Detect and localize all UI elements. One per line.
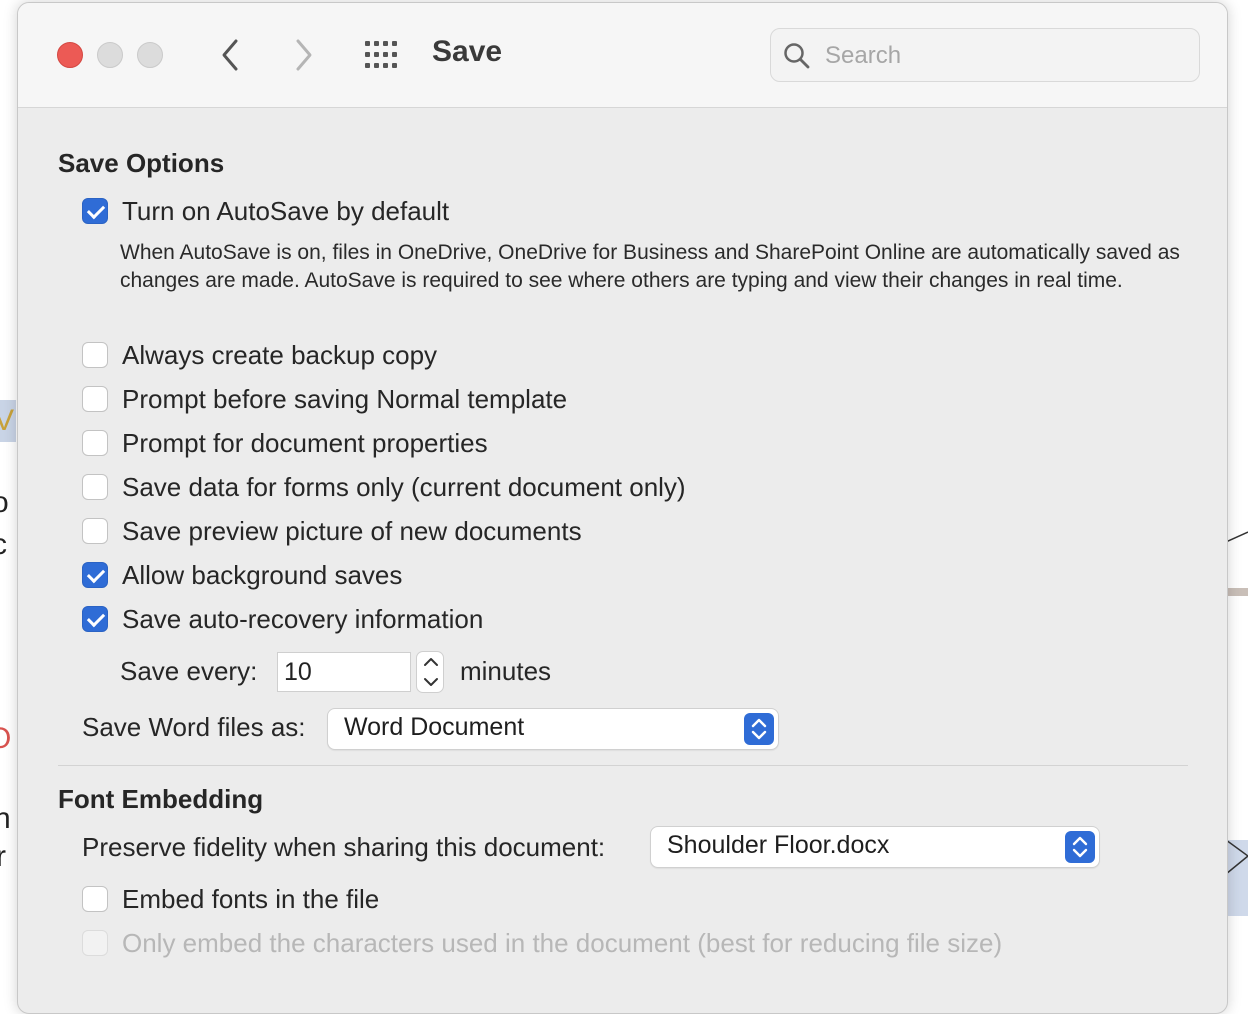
option-label: Only embed the characters used in the do… xyxy=(122,927,1003,958)
background-text-fragment: V xyxy=(0,404,15,437)
embed-fonts-checkbox[interactable] xyxy=(82,886,108,912)
background-text-fragment: r xyxy=(0,840,6,873)
option-label: Prompt for document properties xyxy=(122,427,488,458)
maximize-window-button[interactable] xyxy=(137,42,163,68)
save-every-input[interactable] xyxy=(277,652,411,692)
save-options-heading: Save Options xyxy=(58,148,225,178)
preserve-fidelity-select[interactable]: Shoulder Floor.docx xyxy=(650,826,1100,868)
search-icon xyxy=(784,43,810,69)
autosave-option[interactable]: Turn on AutoSave by default xyxy=(82,195,449,227)
option-label: Save preview picture of new documents xyxy=(122,515,582,546)
background-saves-option[interactable]: Allow background saves xyxy=(82,559,402,591)
save-forms-data-checkbox[interactable] xyxy=(82,474,108,500)
prompt-normal-template-option[interactable]: Prompt before saving Normal template xyxy=(82,383,567,415)
embed-used-characters-option: Only embed the characters used in the do… xyxy=(82,927,1002,959)
save-every-stepper[interactable] xyxy=(416,651,444,693)
updown-arrows-icon xyxy=(744,713,774,745)
close-window-button[interactable] xyxy=(57,42,83,68)
option-label: Turn on AutoSave by default xyxy=(122,195,450,226)
backup-copy-checkbox[interactable] xyxy=(82,342,108,368)
updown-arrows-icon xyxy=(1065,831,1095,863)
minutes-label: minutes xyxy=(460,656,552,686)
save-preview-picture-checkbox[interactable] xyxy=(82,518,108,544)
save-every-label: Save every: xyxy=(120,656,258,686)
save-as-value: Word Document xyxy=(344,713,525,741)
font-embedding-heading: Font Embedding xyxy=(58,784,264,814)
background-line xyxy=(1226,839,1248,875)
preserve-fidelity-label: Preserve fidelity when sharing this docu… xyxy=(82,832,606,862)
option-label: Prompt before saving Normal template xyxy=(122,383,568,414)
save-as-select[interactable]: Word Document xyxy=(327,708,779,750)
auto-recovery-option[interactable]: Save auto-recovery information xyxy=(82,603,483,635)
chevron-right-icon xyxy=(296,39,312,71)
prompt-normal-template-checkbox[interactable] xyxy=(82,386,108,412)
option-label: Save data for forms only (current docume… xyxy=(122,471,686,502)
background-text-fragment: n xyxy=(0,802,11,835)
embed-fonts-option[interactable]: Embed fonts in the file xyxy=(82,883,379,915)
back-button[interactable] xyxy=(214,35,248,75)
save-as-label: Save Word files as: xyxy=(82,712,306,742)
background-text-fragment: o xyxy=(0,486,9,519)
background-text-fragment: O xyxy=(0,722,11,756)
background-line xyxy=(1226,531,1248,543)
preferences-window: Save Save Options Turn on AutoSave by de… xyxy=(17,2,1228,1014)
titlebar: Save xyxy=(18,3,1227,108)
background-saves-checkbox[interactable] xyxy=(82,562,108,588)
embed-used-characters-checkbox xyxy=(82,930,108,956)
search-input[interactable] xyxy=(823,37,1187,75)
forward-button[interactable] xyxy=(286,35,320,75)
auto-recovery-checkbox[interactable] xyxy=(82,606,108,632)
option-label: Allow background saves xyxy=(122,559,403,590)
chevron-left-icon xyxy=(222,39,238,71)
backup-copy-option[interactable]: Always create backup copy xyxy=(82,339,437,371)
option-label: Always create backup copy xyxy=(122,339,438,370)
minimize-window-button[interactable] xyxy=(97,42,123,68)
grid-icon xyxy=(365,41,397,68)
window-title: Save xyxy=(432,35,503,68)
chevron-down-icon xyxy=(424,678,438,686)
save-forms-data-option[interactable]: Save data for forms only (current docume… xyxy=(82,471,686,503)
option-label: Embed fonts in the file xyxy=(122,883,380,914)
option-label: Save auto-recovery information xyxy=(122,603,484,634)
chevron-up-icon xyxy=(424,658,438,666)
show-all-button[interactable] xyxy=(363,38,403,72)
background-text-fragment: c xyxy=(0,528,7,562)
prompt-document-properties-checkbox[interactable] xyxy=(82,430,108,456)
autosave-description: When AutoSave is on, files in OneDrive, … xyxy=(120,241,1180,292)
preserve-fidelity-value: Shoulder Floor.docx xyxy=(667,831,890,859)
save-preview-picture-option[interactable]: Save preview picture of new documents xyxy=(82,515,582,547)
background-stripe xyxy=(1226,588,1248,596)
search-field[interactable] xyxy=(770,28,1200,82)
section-divider xyxy=(58,765,1188,766)
prompt-document-properties-option[interactable]: Prompt for document properties xyxy=(82,427,488,459)
autosave-checkbox[interactable] xyxy=(82,198,108,224)
